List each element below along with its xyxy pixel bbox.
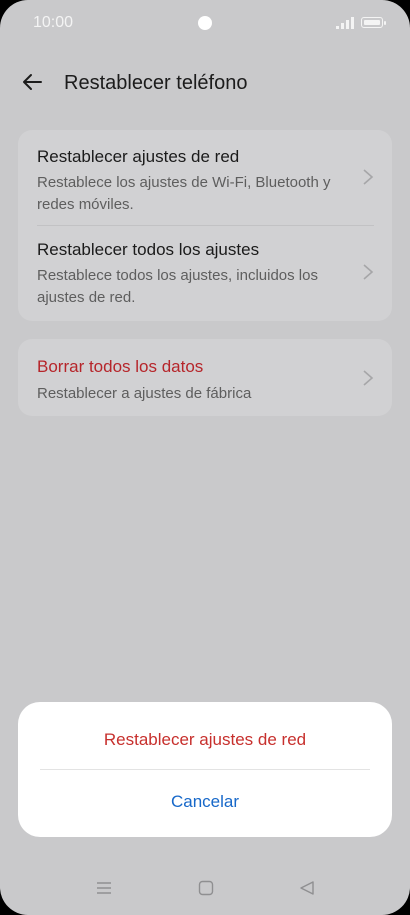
erase-title: Borrar todos los datos (37, 357, 204, 376)
back-triangle-icon[interactable] (299, 880, 315, 896)
sheet-divider (40, 769, 370, 770)
signal-icon (336, 17, 354, 29)
option-title: Restablecer todos los ajustes (37, 240, 260, 259)
status-bar: 10:00 (0, 0, 410, 46)
confirmation-sheet: Restablecer ajustes de red Cancelar (18, 702, 392, 837)
confirm-reset-network-button[interactable]: Restablecer ajustes de red (18, 730, 392, 750)
cancel-button[interactable]: Cancelar (18, 792, 392, 812)
arrow-left-icon[interactable] (20, 70, 44, 94)
phone-screen: 10:00 Restablecer teléfono Restablecer a… (0, 0, 410, 915)
erase-subtitle: Restablecer a ajustes de fábrica (37, 385, 252, 402)
status-time: 10:00 (33, 14, 74, 31)
menu-icon[interactable] (96, 880, 112, 896)
navigation-bar (0, 870, 410, 910)
chevron-right-icon (363, 370, 374, 386)
option-title: Restablecer ajustes de red (37, 147, 240, 166)
battery-icon (361, 17, 386, 28)
reset-all-settings-option[interactable]: Restablecer todos los ajustes Restablece… (18, 225, 392, 321)
erase-all-data-option[interactable]: Borrar todos los datos Restablecer a aju… (18, 339, 392, 416)
reset-network-option[interactable]: Restablecer ajustes de red Restablece lo… (18, 130, 392, 225)
erase-card: Borrar todos los datos Restablecer a aju… (18, 339, 392, 416)
option-subtitle: Restablece todos los ajustes, incluidos … (37, 267, 318, 306)
header: Restablecer teléfono (0, 62, 410, 106)
page-title: Restablecer teléfono (64, 72, 248, 94)
home-icon[interactable] (198, 880, 214, 896)
chevron-right-icon (363, 264, 374, 280)
front-camera (198, 16, 212, 30)
option-subtitle: Restablece los ajustes de Wi-Fi, Bluetoo… (37, 174, 331, 213)
reset-options-card: Restablecer ajustes de red Restablece lo… (18, 130, 392, 321)
chevron-right-icon (363, 169, 374, 185)
